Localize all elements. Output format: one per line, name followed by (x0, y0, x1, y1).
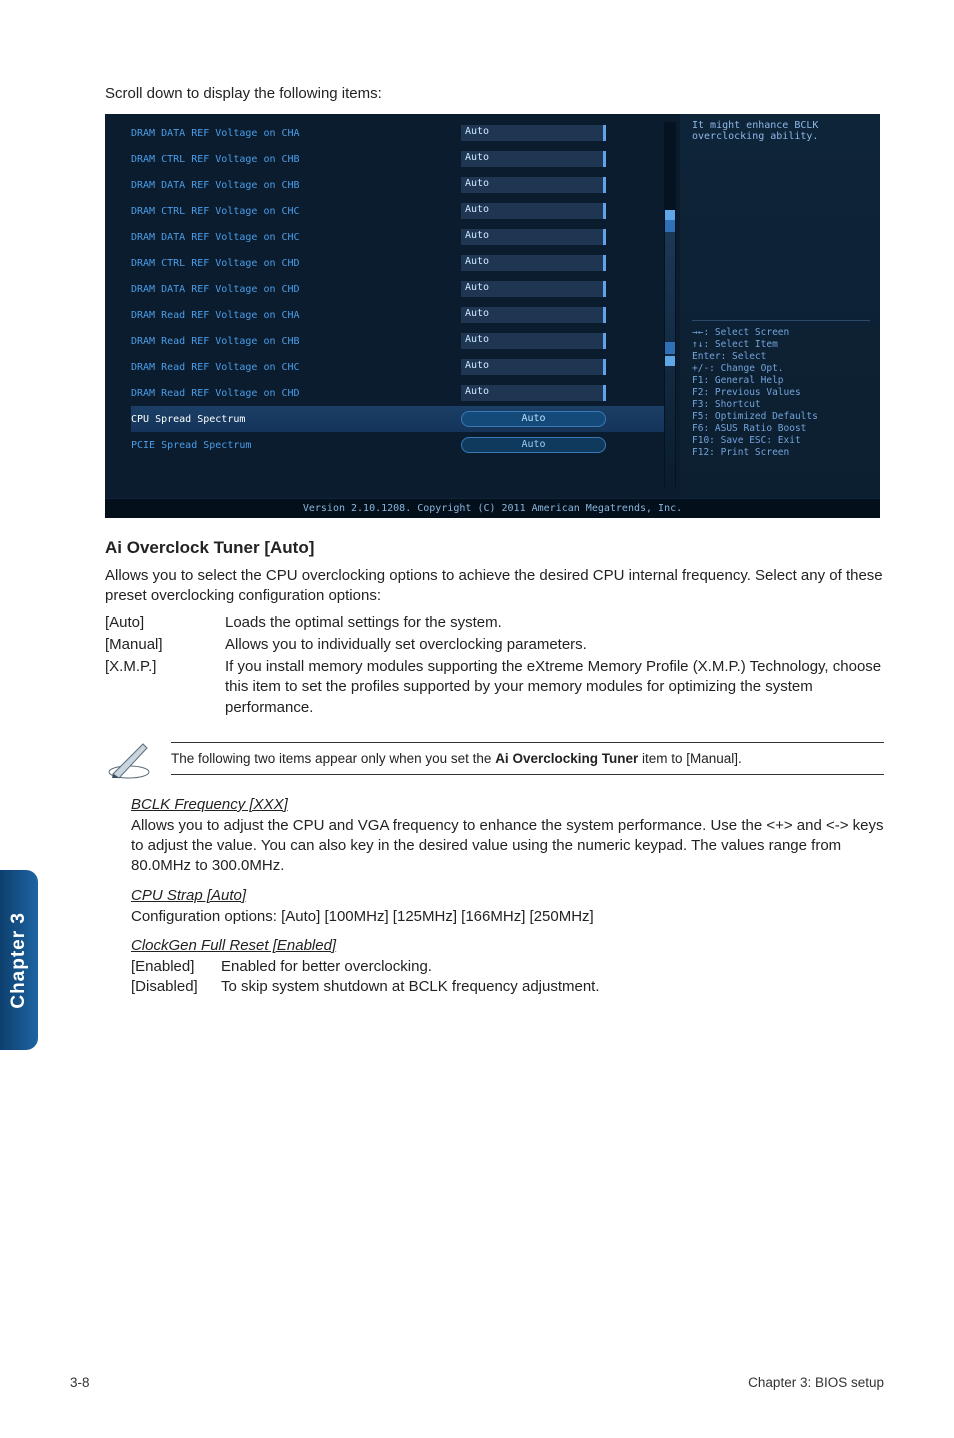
bios-setting-value[interactable]: Auto (461, 359, 606, 375)
bios-setting-label: DRAM DATA REF Voltage on CHC (131, 232, 451, 243)
bios-setting-row[interactable]: PCIE Spread Spectrum Auto (131, 432, 670, 458)
intro-paragraph: Scroll down to display the following ite… (105, 85, 884, 102)
bios-help-description: It might enhance BCLK overclocking abili… (692, 120, 870, 320)
bios-setting-row[interactable]: DRAM CTRL REF Voltage on CHC Auto (131, 198, 670, 224)
bios-setting-label: PCIE Spread Spectrum (131, 440, 451, 451)
bios-setting-value[interactable]: Auto (461, 437, 606, 453)
bios-setting-row[interactable]: DRAM DATA REF Voltage on CHC Auto (131, 224, 670, 250)
bclk-title: BCLK Frequency [XXX] (131, 796, 884, 813)
bios-setting-row[interactable]: DRAM Read REF Voltage on CHC Auto (131, 354, 670, 380)
bios-setting-value[interactable]: Auto (461, 307, 606, 323)
bios-setting-label: DRAM Read REF Voltage on CHA (131, 310, 451, 321)
option-value: If you install memory modules supporting… (225, 657, 884, 718)
option-row: [Manual]Allows you to individually set o… (105, 635, 884, 655)
scroll-thumb-top[interactable] (665, 220, 675, 232)
section-body: Allows you to select the CPU overclockin… (105, 566, 884, 607)
bios-setting-row[interactable]: DRAM DATA REF Voltage on CHA Auto (131, 120, 670, 146)
section-heading: Ai Overclock Tuner [Auto] (105, 538, 884, 558)
bios-setting-label: DRAM Read REF Voltage on CHD (131, 388, 451, 399)
option-value: Allows you to individually set overclock… (225, 635, 884, 655)
bios-hotkey-line: →←: Select Screen (692, 327, 870, 338)
bios-hotkey-line: F10: Save ESC: Exit (692, 435, 870, 446)
scroll-thumb-bottom[interactable] (665, 342, 675, 354)
bios-hotkey-line: Enter: Select (692, 351, 870, 362)
cpu-strap-body: Configuration options: [Auto] [100MHz] [… (131, 907, 884, 927)
bios-setting-label: DRAM Read REF Voltage on CHB (131, 336, 451, 347)
clockgen-option-value: Enabled for better overclocking. (221, 957, 884, 977)
bios-setting-value[interactable]: Auto (461, 151, 606, 167)
bios-hotkey-line: ↑↓: Select Item (692, 339, 870, 350)
bios-setting-row[interactable]: DRAM Read REF Voltage on CHB Auto (131, 328, 670, 354)
option-key: [Auto] (105, 613, 225, 633)
clockgen-option-row: [Disabled]To skip system shutdown at BCL… (131, 977, 884, 997)
bios-setting-label: DRAM Read REF Voltage on CHC (131, 362, 451, 373)
bios-setting-value[interactable]: Auto (461, 203, 606, 219)
clockgen-option-key: [Enabled] (131, 957, 221, 977)
bios-screenshot: DRAM DATA REF Voltage on CHAAutoDRAM CTR… (105, 114, 880, 518)
bios-hotkey-line: +/-: Change Opt. (692, 363, 870, 374)
chapter-label: Chapter 3: BIOS setup (748, 1375, 884, 1390)
bios-setting-label: DRAM CTRL REF Voltage on CHC (131, 206, 451, 217)
cpu-strap-title: CPU Strap [Auto] (131, 887, 884, 904)
bios-hotkey-line: F5: Optimized Defaults (692, 411, 870, 422)
bios-setting-label: DRAM CTRL REF Voltage on CHD (131, 258, 451, 269)
bios-setting-value[interactable]: Auto (461, 229, 606, 245)
bios-hotkey-line: F1: General Help (692, 375, 870, 386)
note-pen-icon (105, 736, 155, 782)
scroll-down-arrow[interactable] (665, 356, 675, 366)
bios-setting-row[interactable]: DRAM DATA REF Voltage on CHD Auto (131, 276, 670, 302)
bios-hotkey-line: F12: Print Screen (692, 447, 870, 458)
page-number: 3-8 (70, 1375, 90, 1390)
bios-setting-label: DRAM DATA REF Voltage on CHB (131, 180, 451, 191)
bios-scrollbar[interactable] (664, 122, 676, 488)
clockgen-option-value: To skip system shutdown at BCLK frequenc… (221, 977, 884, 997)
scroll-up-arrow[interactable] (665, 210, 675, 220)
clockgen-option-row: [Enabled]Enabled for better overclocking… (131, 957, 884, 977)
bios-hotkey-line: F6: ASUS Ratio Boost (692, 423, 870, 434)
bios-settings-list: DRAM DATA REF Voltage on CHAAutoDRAM CTR… (105, 114, 680, 498)
option-row: [X.M.P.]If you install memory modules su… (105, 657, 884, 718)
bios-setting-value[interactable]: Auto (461, 385, 606, 401)
option-key: [Manual] (105, 635, 225, 655)
bclk-body: Allows you to adjust the CPU and VGA fre… (131, 816, 884, 877)
bios-setting-row[interactable]: DRAM Read REF Voltage on CHA Auto (131, 302, 670, 328)
bios-setting-value[interactable]: Auto (461, 255, 606, 271)
bios-setting-row[interactable]: CPU Spread Spectrum Auto (131, 406, 670, 432)
bios-setting-row[interactable]: DRAM CTRL REF Voltage on CHB Auto (131, 146, 670, 172)
option-key: [X.M.P.] (105, 657, 225, 718)
bios-setting-label: DRAM DATA REF Voltage on CHA (131, 128, 451, 139)
bios-setting-value[interactable]: Auto (461, 177, 606, 193)
bios-setting-row[interactable]: DRAM Read REF Voltage on CHD Auto (131, 380, 670, 406)
option-row: [Auto]Loads the optimal settings for the… (105, 613, 884, 633)
bios-setting-value[interactable]: Auto (461, 281, 606, 297)
note-prefix: The following two items appear only when… (171, 751, 495, 766)
bios-setting-label: CPU Spread Spectrum (131, 414, 451, 425)
bios-setting-label: DRAM DATA REF Voltage on CHD (131, 284, 451, 295)
note-suffix: item to [Manual]. (638, 751, 742, 766)
note-text: The following two items appear only when… (171, 742, 884, 775)
bios-setting-label: DRAM CTRL REF Voltage on CHB (131, 154, 451, 165)
bios-version-bar: Version 2.10.1208. Copyright (C) 2011 Am… (105, 498, 880, 518)
bios-setting-value[interactable]: Auto (461, 333, 606, 349)
page-footer: 3-8 Chapter 3: BIOS setup (70, 1375, 884, 1390)
option-value: Loads the optimal settings for the syste… (225, 613, 884, 633)
bios-setting-value[interactable]: Auto (461, 411, 606, 427)
clockgen-option-key: [Disabled] (131, 977, 221, 997)
clockgen-title: ClockGen Full Reset [Enabled] (131, 937, 884, 954)
bios-setting-value[interactable]: Auto (461, 125, 606, 141)
bios-setting-row[interactable]: DRAM CTRL REF Voltage on CHD Auto (131, 250, 670, 276)
bios-help-hotkeys: →←: Select Screen↑↓: Select ItemEnter: S… (692, 320, 870, 459)
note-bold: Ai Overclocking Tuner (495, 751, 638, 766)
bios-hotkey-line: F3: Shortcut (692, 399, 870, 410)
bios-hotkey-line: F2: Previous Values (692, 387, 870, 398)
bios-setting-row[interactable]: DRAM DATA REF Voltage on CHB Auto (131, 172, 670, 198)
